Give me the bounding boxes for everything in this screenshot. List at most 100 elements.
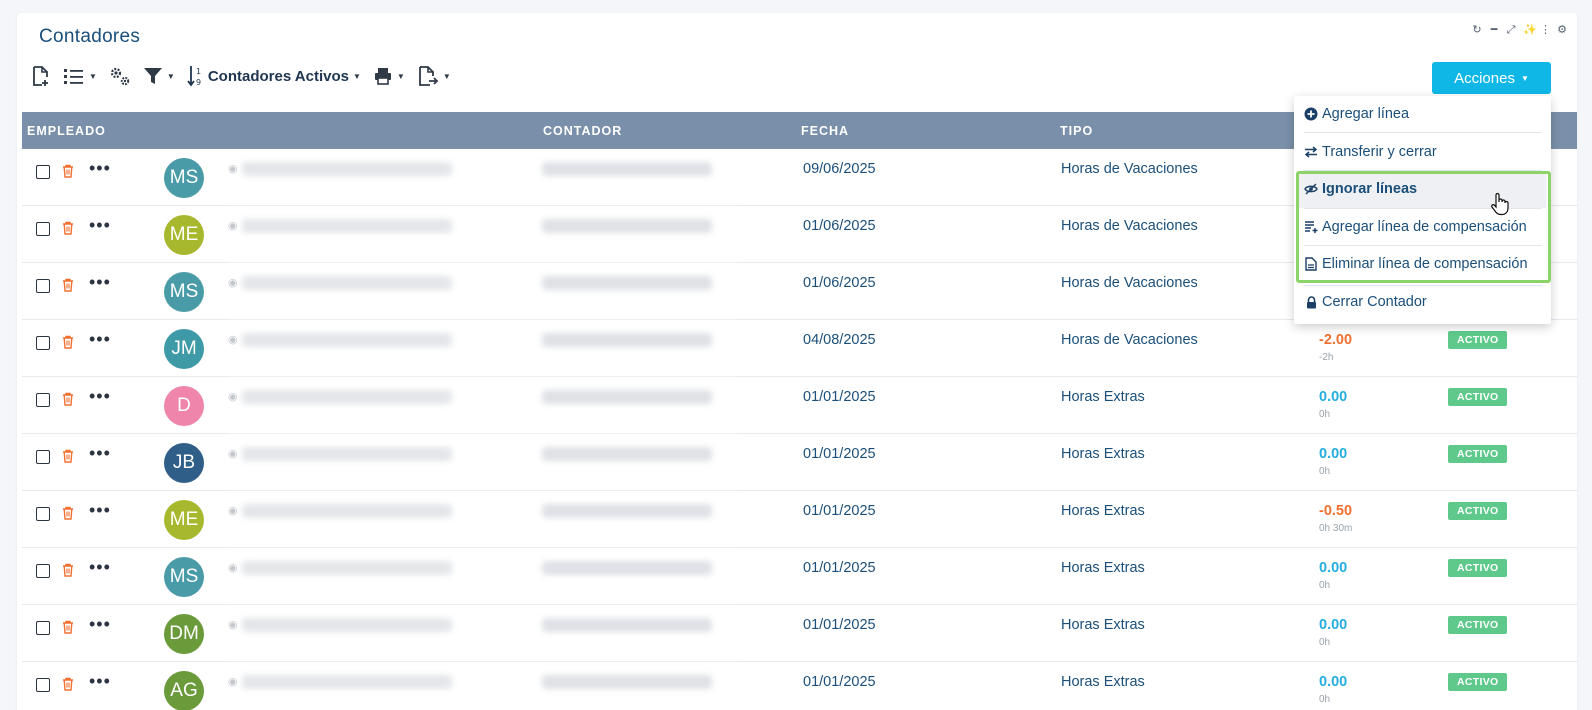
sort-selector[interactable]: 19 Contadores Activos ▼ bbox=[187, 65, 361, 87]
magic-icon[interactable]: ✨ bbox=[1523, 24, 1537, 36]
row-checkbox[interactable] bbox=[36, 222, 50, 236]
tipo-cell: Horas Extras bbox=[1061, 446, 1145, 462]
avatar: MS bbox=[164, 272, 204, 312]
trash-icon[interactable] bbox=[62, 563, 74, 582]
transfer-icon bbox=[1304, 145, 1318, 159]
trash-icon[interactable] bbox=[62, 335, 74, 354]
status-badge: ACTIVO bbox=[1448, 559, 1508, 577]
menu-item-eliminar-compensacion[interactable]: Eliminar línea de compensación bbox=[1304, 256, 1528, 272]
more-options-icon[interactable]: ••• bbox=[89, 501, 111, 519]
gear-icon[interactable]: ⚙ bbox=[1557, 24, 1567, 36]
hours-cell: 0h bbox=[1319, 694, 1331, 705]
header-fecha[interactable]: FECHA bbox=[801, 124, 849, 138]
tipo-cell: Horas Extras bbox=[1061, 389, 1145, 405]
hours-cell: 0h bbox=[1319, 409, 1331, 420]
row-checkbox[interactable] bbox=[36, 336, 50, 350]
trash-icon[interactable] bbox=[62, 449, 74, 468]
print-button[interactable]: ▼ bbox=[373, 66, 405, 86]
header-contador[interactable]: CONTADOR bbox=[543, 124, 622, 138]
filter-button[interactable]: ▼ bbox=[143, 66, 175, 86]
more-options-icon[interactable]: ••• bbox=[89, 672, 111, 690]
value-cell: 0.00 bbox=[1319, 674, 1348, 690]
avatar: MS bbox=[164, 158, 204, 198]
lock-icon bbox=[1304, 295, 1318, 309]
trash-icon[interactable] bbox=[62, 221, 74, 240]
row-checkbox[interactable] bbox=[36, 621, 50, 635]
fecha-cell: 01/01/2025 bbox=[803, 674, 876, 690]
chevron-down-icon: ▼ bbox=[1520, 73, 1529, 83]
value-cell: -2.00 bbox=[1319, 332, 1353, 348]
row-checkbox[interactable] bbox=[36, 678, 50, 692]
trash-icon[interactable] bbox=[62, 392, 74, 411]
more-vertical-icon[interactable]: ⋮ bbox=[1540, 24, 1551, 36]
fecha-cell: 01/01/2025 bbox=[803, 389, 876, 405]
trash-icon[interactable] bbox=[62, 677, 74, 696]
row-checkbox[interactable] bbox=[36, 564, 50, 578]
more-options-icon[interactable]: ••• bbox=[89, 216, 111, 234]
fecha-cell: 01/01/2025 bbox=[803, 503, 876, 519]
menu-item-cerrar-contador[interactable]: Cerrar Contador bbox=[1304, 294, 1427, 310]
trash-icon[interactable] bbox=[62, 164, 74, 183]
list-view-button[interactable]: ▼ bbox=[63, 67, 97, 85]
menu-item-agregar-linea[interactable]: Agregar línea bbox=[1304, 106, 1409, 122]
tipo-cell: Horas Extras bbox=[1061, 617, 1145, 633]
header-empleado[interactable]: EMPLEADO bbox=[27, 124, 106, 138]
chevron-down-icon: ▼ bbox=[352, 71, 361, 81]
status-badge: ACTIVO bbox=[1448, 388, 1508, 406]
value-cell: 0.00 bbox=[1319, 560, 1348, 576]
trash-icon[interactable] bbox=[62, 620, 74, 639]
more-options-icon[interactable]: ••• bbox=[89, 615, 111, 633]
row-checkbox[interactable] bbox=[36, 450, 50, 464]
fecha-cell: 01/01/2025 bbox=[803, 617, 876, 633]
menu-item-ignorar-lineas[interactable]: Ignorar líneas bbox=[1304, 181, 1417, 197]
avatar: JM bbox=[164, 329, 204, 369]
value-cell: 0.00 bbox=[1319, 617, 1348, 633]
gears-icon bbox=[109, 66, 131, 86]
menu-item-label: Eliminar línea de compensación bbox=[1322, 256, 1528, 272]
refresh-icon[interactable]: ↻ bbox=[1472, 24, 1482, 36]
divider bbox=[1304, 132, 1542, 133]
svg-text:1: 1 bbox=[196, 67, 201, 76]
status-badge: ACTIVO bbox=[1448, 502, 1508, 520]
tipo-cell: Horas Extras bbox=[1061, 674, 1145, 690]
hours-cell: 0h 30m bbox=[1319, 523, 1353, 534]
menu-item-label: Cerrar Contador bbox=[1322, 294, 1427, 310]
more-options-icon[interactable]: ••• bbox=[89, 387, 111, 405]
row-checkbox[interactable] bbox=[36, 393, 50, 407]
value-cell: 0.00 bbox=[1319, 389, 1348, 405]
status-badge: ACTIVO bbox=[1448, 445, 1508, 463]
window-tools: ↻ ━ ⤢ ✨ ⋮ ⚙ bbox=[1472, 24, 1567, 36]
status-badge: ACTIVO bbox=[1448, 616, 1508, 634]
expand-icon[interactable]: ⤢ bbox=[1506, 24, 1516, 36]
more-options-icon[interactable]: ••• bbox=[89, 159, 111, 177]
new-document-button[interactable] bbox=[31, 65, 51, 87]
more-options-icon[interactable]: ••• bbox=[89, 444, 111, 462]
trash-icon[interactable] bbox=[62, 506, 74, 525]
more-options-icon[interactable]: ••• bbox=[89, 330, 111, 348]
list-add-icon bbox=[1304, 220, 1318, 234]
more-options-icon[interactable]: ••• bbox=[89, 558, 111, 576]
row-checkbox[interactable] bbox=[36, 279, 50, 293]
svg-text:9: 9 bbox=[196, 78, 201, 87]
minimize-icon[interactable]: ━ bbox=[1489, 24, 1499, 36]
toolbar: ▼ ▼ 19 Contadores Activos ▼ ▼ ▼ bbox=[31, 63, 463, 89]
settings-button[interactable] bbox=[109, 66, 131, 86]
more-options-icon[interactable]: ••• bbox=[89, 273, 111, 291]
tipo-cell: Horas Extras bbox=[1061, 503, 1145, 519]
fecha-cell: 09/06/2025 bbox=[803, 161, 876, 177]
row-checkbox[interactable] bbox=[36, 165, 50, 179]
acciones-button[interactable]: Acciones ▼ bbox=[1432, 62, 1551, 94]
menu-item-agregar-compensacion[interactable]: Agregar línea de compensación bbox=[1304, 219, 1527, 235]
header-tipo[interactable]: TIPO bbox=[1060, 124, 1093, 138]
menu-item-label: Transferir y cerrar bbox=[1322, 144, 1437, 160]
divider bbox=[1304, 285, 1542, 286]
export-button[interactable]: ▼ bbox=[417, 65, 451, 87]
status-badge: ACTIVO bbox=[1448, 673, 1508, 691]
hand-cursor-icon bbox=[1490, 192, 1510, 221]
value-cell: -0.50 bbox=[1319, 503, 1353, 519]
hours-cell: -2h bbox=[1319, 352, 1334, 363]
row-checkbox[interactable] bbox=[36, 507, 50, 521]
menu-item-transferir-cerrar[interactable]: Transferir y cerrar bbox=[1304, 144, 1437, 160]
trash-icon[interactable] bbox=[62, 278, 74, 297]
menu-item-label: Agregar línea bbox=[1322, 106, 1410, 122]
